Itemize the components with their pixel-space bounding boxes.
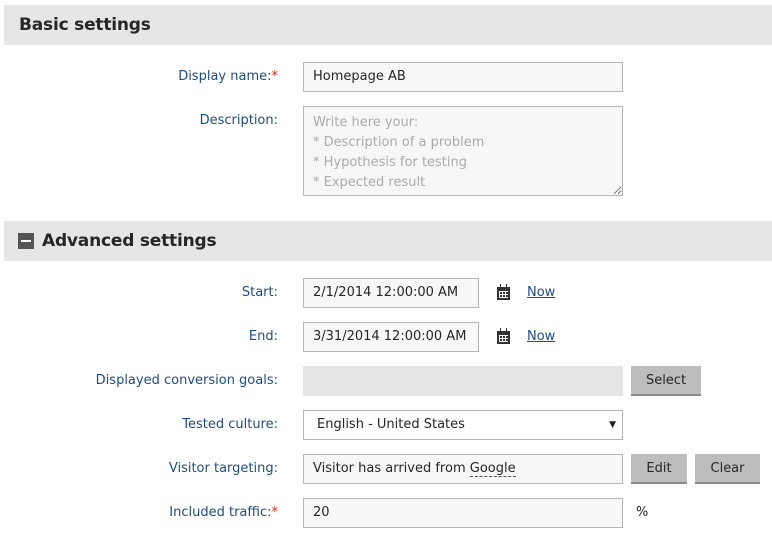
tested-culture-label: Tested culture: [182, 417, 278, 432]
tested-culture-select[interactable]: English - United States ▼ [303, 410, 623, 440]
included-traffic-input[interactable]: 20 [303, 498, 623, 528]
start-now-link[interactable]: Now [527, 285, 555, 300]
calendar-icon[interactable] [497, 328, 510, 344]
description-textarea[interactable] [303, 106, 623, 196]
edit-targeting-button[interactable]: Edit [631, 454, 687, 484]
description-label: Description: [199, 113, 278, 128]
visitor-targeting-label: Visitor targeting: [168, 461, 278, 476]
end-date-input[interactable]: 3/31/2014 12:00:00 AM [303, 322, 479, 352]
clear-targeting-button[interactable]: Clear [695, 454, 760, 484]
display-name-label: Display name:* [178, 69, 278, 84]
select-goals-button[interactable]: Select [631, 366, 701, 396]
start-label: Start: [241, 285, 278, 300]
targeting-term: Google [469, 461, 516, 477]
required-marker: * [271, 69, 279, 84]
basic-settings-header: Basic settings [4, 5, 772, 45]
calendar-icon[interactable] [497, 284, 510, 300]
end-label: End: [248, 329, 278, 344]
percent-unit: % [636, 505, 649, 520]
conversion-goals-label: Displayed conversion goals: [95, 373, 278, 388]
minus-square-icon[interactable] [18, 233, 34, 249]
triangle-down-icon: ▼ [609, 420, 616, 430]
conversion-goals-field [303, 366, 623, 396]
basic-settings-title: Basic settings [19, 15, 151, 35]
display-name-input[interactable]: Homepage AB [303, 62, 623, 92]
included-traffic-label-text: Included traffic: [169, 505, 272, 520]
included-traffic-label: Included traffic:* [169, 505, 278, 520]
advanced-settings-title: Advanced settings [42, 231, 217, 251]
visitor-targeting-field: Visitor has arrived from Google [303, 454, 623, 484]
targeting-text: Visitor has arrived from [313, 461, 470, 476]
required-marker: * [271, 505, 279, 520]
display-name-label-text: Display name: [178, 69, 272, 84]
start-date-input[interactable]: 2/1/2014 12:00:00 AM [303, 278, 479, 308]
advanced-settings-header[interactable]: Advanced settings [4, 221, 772, 261]
tested-culture-value: English - United States [317, 417, 465, 432]
end-now-link[interactable]: Now [527, 329, 555, 344]
